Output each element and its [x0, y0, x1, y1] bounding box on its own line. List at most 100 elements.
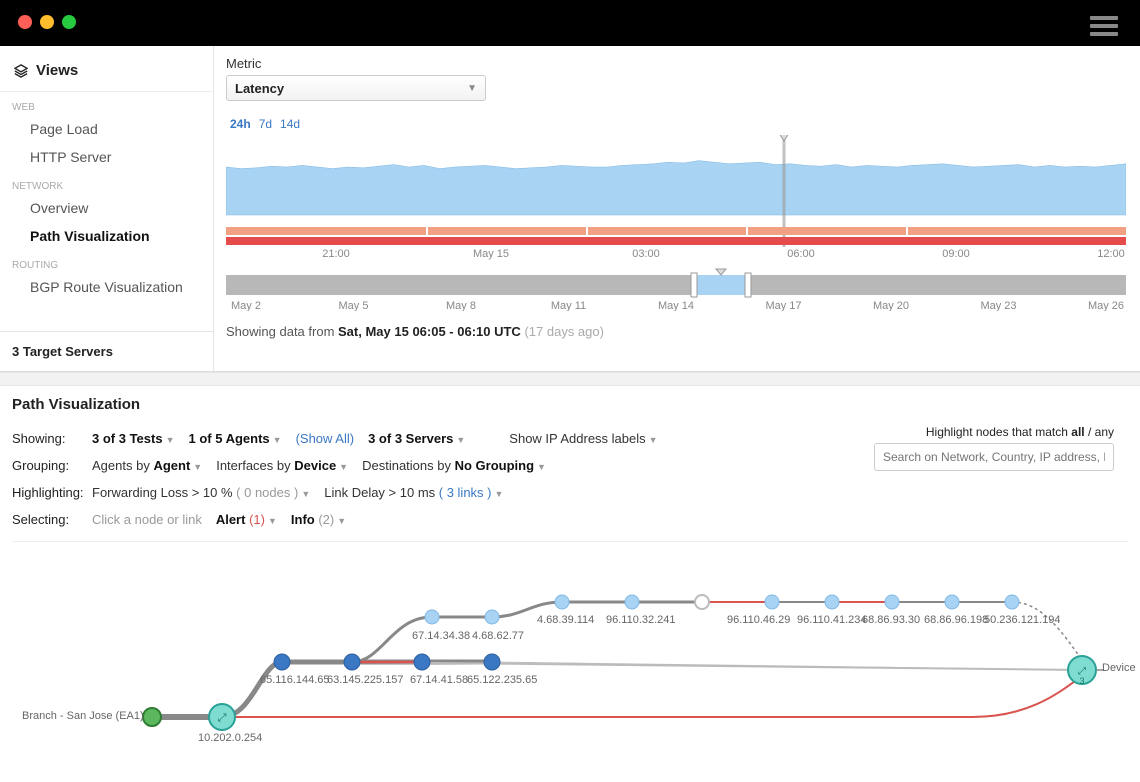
metric-select[interactable]: Latency ▼: [226, 75, 486, 101]
svg-text:12:00: 12:00: [1097, 248, 1125, 260]
svg-text:09:00: 09:00: [942, 248, 970, 260]
svg-text:May 23: May 23: [980, 300, 1016, 311]
svg-text:May 17: May 17: [765, 300, 801, 311]
highlight-all-toggle[interactable]: all: [1071, 425, 1084, 439]
showing-range: Sat, May 15 06:05 - 06:10 UTC: [338, 324, 521, 339]
chevron-down-icon: ▼: [495, 489, 504, 499]
chevron-down-icon: ▼: [301, 489, 310, 499]
svg-text:May 5: May 5: [339, 300, 369, 311]
views-title: Views: [36, 62, 78, 79]
node-ip-label: 65.116.144.65: [260, 674, 330, 686]
layers-icon: [14, 64, 28, 78]
sidebar-item-overview[interactable]: Overview: [0, 194, 213, 222]
chevron-down-icon: ▼: [166, 435, 175, 445]
node-ip-label: 67.14.34.38: [412, 630, 470, 642]
window-titlebar: [0, 0, 1140, 46]
path-visualization-controls: Showing: 3 of 3 Tests▼ 1 of 5 Agents▼ (S…: [12, 425, 1128, 542]
main-top: Metric Latency ▼ 24h 7d 14d 21:00 May 15 03:…: [214, 46, 1140, 371]
path-visualization-section: Path Visualization Showing: 3 of 3 Tests…: [0, 386, 1140, 782]
hamburger-menu-icon[interactable]: [1090, 12, 1118, 40]
node-ip-label: 4.68.62.77: [472, 630, 524, 642]
svg-text:May 20: May 20: [873, 300, 909, 311]
router-ip-label: 10.202.0.254: [198, 732, 262, 744]
showing-servers-dropdown[interactable]: 3 of 3 Servers▼: [368, 431, 465, 446]
views-sidebar: Views WEBPage LoadHTTP ServerNETWORKOver…: [0, 46, 214, 371]
selecting-row: Selecting: Click a node or link Alert (1…: [12, 506, 1128, 533]
chevron-down-icon: ▼: [268, 516, 277, 526]
nav-category-label: WEB: [0, 92, 213, 115]
selecting-label: Selecting:: [12, 512, 92, 527]
chevron-down-icon: ▼: [456, 435, 465, 445]
highlight-any-toggle[interactable]: any: [1095, 425, 1114, 439]
node-ip-label: 68.86.96.198: [924, 614, 988, 626]
grouping-agents-dropdown[interactable]: Agents by Agent▼: [92, 458, 202, 473]
node-ip-label: 67.14.41.58: [410, 674, 468, 686]
window-traffic-lights: [18, 15, 76, 29]
metric-label: Metric: [226, 56, 1126, 71]
chevron-down-icon: ▼: [337, 516, 346, 526]
time-range-14d[interactable]: 14d: [280, 117, 300, 131]
svg-text:May 14: May 14: [658, 300, 694, 311]
window-minimize-icon[interactable]: [40, 15, 54, 29]
selecting-hint: Click a node or link: [92, 512, 202, 527]
showing-prefix: Showing data from: [226, 324, 338, 339]
highlight-fwdloss-dropdown[interactable]: Forwarding Loss > 10 % ( 0 nodes )▼: [92, 485, 310, 500]
path-visualization-title: Path Visualization: [12, 396, 1128, 413]
chevron-down-icon: ▼: [339, 462, 348, 472]
section-divider: [0, 372, 1140, 386]
sidebar-item-path-visualization[interactable]: Path Visualization: [0, 222, 213, 250]
svg-text:3: 3: [1079, 676, 1084, 686]
chevron-down-icon: ▼: [193, 462, 202, 472]
svg-text:03:00: 03:00: [632, 248, 660, 260]
chevron-down-icon: ▼: [273, 435, 282, 445]
showing-agents-dropdown[interactable]: 1 of 5 Agents▼: [188, 431, 281, 446]
showing-tests-dropdown[interactable]: 3 of 3 Tests▼: [92, 431, 174, 446]
node-ip-label: 63.145.225.157: [327, 674, 403, 686]
svg-text:May 26: May 26: [1088, 300, 1124, 311]
svg-text:21:00: 21:00: [322, 248, 350, 260]
info-dropdown[interactable]: Info (2)▼: [291, 512, 346, 527]
svg-text:May 2: May 2: [231, 300, 261, 311]
node-ip-label: 96.110.41.234: [797, 614, 867, 626]
highlight-filter-label: Highlight nodes that match all / any: [874, 425, 1114, 439]
time-range-tabs: 24h 7d 14d: [230, 117, 1126, 131]
show-all-link[interactable]: (Show All): [296, 431, 355, 446]
path-topology[interactable]: ⤢⤢3 Branch - San Jose (EA1) 10.202.0.254…: [12, 562, 1128, 772]
svg-text:May 15: May 15: [473, 248, 509, 260]
highlight-filter: Highlight nodes that match all / any: [874, 425, 1114, 471]
show-ip-labels-dropdown[interactable]: Show IP Address labels▼: [509, 431, 657, 446]
node-ip-label: 96.110.46.29: [727, 614, 790, 626]
nav-category-label: NETWORK: [0, 171, 213, 194]
chevron-down-icon: ▼: [649, 435, 658, 445]
grouping-interfaces-dropdown[interactable]: Interfaces by Device▼: [216, 458, 348, 473]
dest-label: Device: [1102, 662, 1136, 674]
grouping-dest-dropdown[interactable]: Destinations by No Grouping▼: [362, 458, 546, 473]
node-ip-label: 68.86.93.30: [862, 614, 920, 626]
chevron-down-icon: ▼: [467, 83, 477, 94]
window-zoom-icon[interactable]: [62, 15, 76, 29]
highlighting-label: Highlighting:: [12, 485, 92, 500]
highlight-linkdelay-dropdown[interactable]: Link Delay > 10 ms ( 3 links )▼: [324, 485, 503, 500]
svg-text:May 11: May 11: [551, 300, 586, 311]
time-range-24h[interactable]: 24h: [230, 117, 251, 131]
node-ip-label: 50.236.121.194: [984, 614, 1060, 626]
agent-label: Branch - San Jose (EA1): [22, 710, 144, 722]
window-close-icon[interactable]: [18, 15, 32, 29]
chevron-down-icon: ▼: [537, 462, 546, 472]
svg-text:06:00: 06:00: [787, 248, 815, 260]
nav-category-label: ROUTING: [0, 250, 213, 273]
sidebar-item-http-server[interactable]: HTTP Server: [0, 143, 213, 171]
sidebar-item-bgp-route-visualization[interactable]: BGP Route Visualization: [0, 273, 213, 301]
upper-panel: Views WEBPage LoadHTTP ServerNETWORKOver…: [0, 46, 1140, 372]
showing-ago: (17 days ago): [524, 324, 604, 339]
showing-label: Showing:: [12, 431, 92, 446]
svg-text:May 8: May 8: [446, 300, 476, 311]
highlight-search-input[interactable]: [874, 443, 1114, 471]
timeline-chart[interactable]: 21:00 May 15 03:00 06:00 09:00 12:00 May 2 May …: [226, 135, 1126, 314]
time-range-7d[interactable]: 7d: [259, 117, 272, 131]
sidebar-item-page-load[interactable]: Page Load: [0, 115, 213, 143]
node-ip-label: 4.68.39.114: [537, 614, 594, 626]
grouping-label: Grouping:: [12, 458, 92, 473]
alert-dropdown[interactable]: Alert (1)▼: [216, 512, 277, 527]
svg-text:⤢: ⤢: [218, 712, 227, 724]
